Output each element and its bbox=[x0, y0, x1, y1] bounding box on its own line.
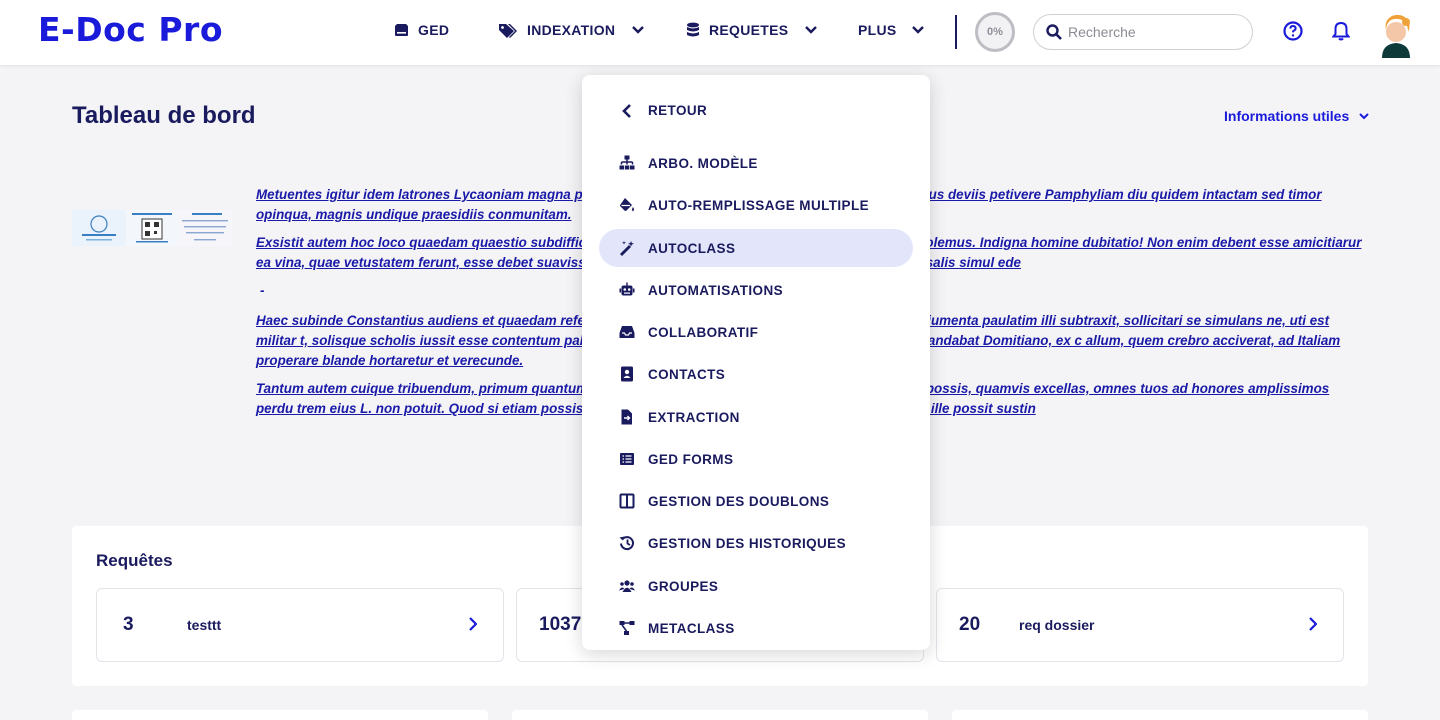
history-icon bbox=[619, 536, 634, 551]
magic-wand-icon bbox=[620, 241, 634, 256]
progress-value: 0% bbox=[987, 26, 1003, 38]
file-export-icon bbox=[621, 409, 632, 425]
columns-icon bbox=[619, 493, 635, 509]
info-text-panel bbox=[178, 210, 232, 246]
menu-item-ged-forms[interactable]: GED FORMS bbox=[599, 440, 913, 478]
menu-item-automatisations[interactable]: AUTOMATISATIONS bbox=[599, 271, 913, 309]
user-avatar[interactable] bbox=[1378, 14, 1414, 58]
menu-item-label: METACLASS bbox=[648, 620, 735, 636]
requete-tile[interactable]: 3 testtt bbox=[96, 588, 504, 662]
banner-image bbox=[72, 210, 232, 246]
menu-item-groupes[interactable]: GROUPES bbox=[599, 567, 913, 605]
list-form-icon bbox=[620, 453, 634, 465]
nav-requetes-label: REQUETES bbox=[709, 22, 789, 38]
search-icon bbox=[1046, 24, 1062, 40]
help-icon[interactable] bbox=[1283, 21, 1303, 41]
database-icon bbox=[687, 22, 699, 37]
menu-back-label: RETOUR bbox=[648, 102, 708, 118]
plus-dropdown-menu: RETOUR ARBO. MODÈLE AUTO-REMPLISSAGE MUL… bbox=[582, 75, 930, 650]
requete-count: 20 bbox=[959, 614, 981, 635]
chevron-left-icon bbox=[622, 104, 631, 118]
chevron-down-icon bbox=[1359, 112, 1369, 119]
menu-item-autoclass[interactable]: AUTOCLASS bbox=[599, 229, 913, 267]
nav-plus[interactable]: PLUS bbox=[858, 22, 924, 38]
menu-item-label: CONTACTS bbox=[648, 366, 726, 382]
nav-indexation[interactable]: INDEXATION bbox=[498, 22, 645, 38]
chevron-right-icon bbox=[469, 617, 477, 631]
nav-ged[interactable]: GED bbox=[394, 22, 449, 38]
requete-label: req dossier bbox=[1019, 617, 1095, 633]
menu-item-label: AUTO-REMPLISSAGE MULTIPLE bbox=[648, 197, 870, 213]
menu-item-arbo-modele[interactable]: ARBO. MODÈLE bbox=[599, 144, 913, 182]
chevron-down-icon bbox=[632, 26, 645, 34]
sitemap-icon bbox=[619, 155, 635, 170]
tags-icon bbox=[499, 23, 517, 38]
menu-item-gestion-doublons[interactable]: GESTION DES DOUBLONS bbox=[599, 482, 913, 520]
dashboard-card bbox=[512, 710, 928, 720]
menu-item-collaboratif[interactable]: COLLABORATIF bbox=[599, 313, 913, 351]
menu-back[interactable]: RETOUR bbox=[599, 91, 913, 129]
chevron-right-icon bbox=[1309, 617, 1317, 631]
chevron-down-icon bbox=[911, 26, 924, 34]
search-input[interactable] bbox=[1068, 24, 1238, 40]
page-title: Tableau de bord bbox=[72, 102, 256, 129]
header-divider bbox=[955, 15, 957, 49]
requete-count: 1037 bbox=[539, 614, 582, 635]
fill-drip-icon bbox=[620, 198, 634, 212]
menu-item-extraction[interactable]: EXTRACTION bbox=[599, 398, 913, 436]
hdd-icon bbox=[395, 24, 408, 36]
app-logo[interactable]: E-Doc Pro bbox=[38, 10, 223, 49]
requete-count: 3 bbox=[123, 614, 134, 635]
bell-icon[interactable] bbox=[1332, 21, 1350, 41]
inbox-icon bbox=[619, 326, 635, 338]
dashboard-card bbox=[72, 710, 488, 720]
menu-item-label: ARBO. MODÈLE bbox=[648, 155, 758, 171]
nav-plus-label: PLUS bbox=[858, 22, 897, 38]
robot-icon bbox=[619, 282, 635, 296]
menu-item-label: GESTION DES DOUBLONS bbox=[648, 493, 830, 509]
progress-indicator: 0% bbox=[975, 12, 1015, 52]
requete-label: testtt bbox=[187, 617, 222, 633]
nav-indexation-label: INDEXATION bbox=[527, 22, 616, 38]
dashboard-card bbox=[952, 710, 1368, 720]
requetes-title: Requêtes bbox=[96, 551, 173, 570]
menu-item-metaclass[interactable]: METACLASS bbox=[599, 609, 913, 647]
top-navbar: E-Doc Pro GED INDEXATION REQUETES PLUS 0… bbox=[0, 0, 1440, 65]
project-diagram-icon bbox=[619, 621, 635, 635]
menu-item-label: GED FORMS bbox=[648, 451, 734, 467]
menu-item-contacts[interactable]: CONTACTS bbox=[599, 355, 913, 393]
menu-item-label: EXTRACTION bbox=[648, 409, 740, 425]
requete-tile[interactable]: 20 req dossier bbox=[936, 588, 1344, 662]
menu-item-label: AUTOCLASS bbox=[648, 240, 736, 256]
info-toggle-label: Informations utiles bbox=[1224, 108, 1350, 124]
adn-logo-panel bbox=[72, 210, 126, 246]
menu-item-label: AUTOMATISATIONS bbox=[648, 282, 783, 298]
menu-item-label: GROUPES bbox=[648, 578, 719, 594]
qr-code-panel bbox=[126, 210, 178, 246]
info-toggle[interactable]: Informations utiles bbox=[1224, 108, 1369, 124]
menu-item-label: COLLABORATIF bbox=[648, 324, 759, 340]
chevron-down-icon bbox=[805, 26, 818, 34]
nav-ged-label: GED bbox=[418, 22, 450, 38]
search-box[interactable] bbox=[1033, 14, 1253, 50]
nav-requetes[interactable]: REQUETES bbox=[686, 22, 818, 38]
address-book-icon bbox=[621, 366, 633, 382]
menu-item-label: GESTION DES HISTORIQUES bbox=[648, 535, 846, 551]
users-icon bbox=[619, 580, 635, 592]
menu-item-gestion-historiques[interactable]: GESTION DES HISTORIQUES bbox=[599, 524, 913, 562]
menu-item-auto-remplissage[interactable]: AUTO-REMPLISSAGE MULTIPLE bbox=[599, 186, 913, 224]
